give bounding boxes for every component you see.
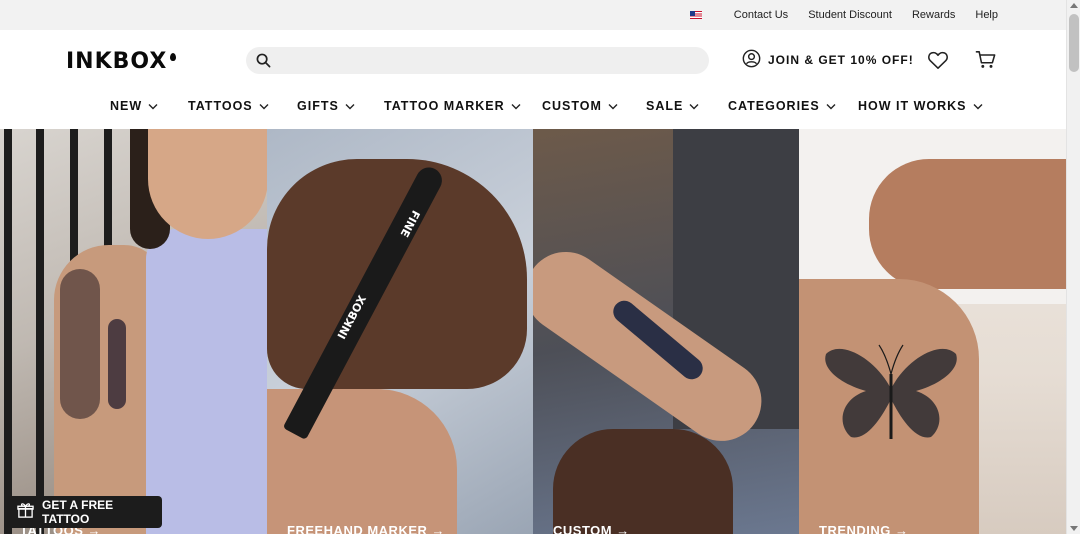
nav-label: TATTOOS bbox=[188, 99, 253, 113]
hand-image bbox=[553, 429, 733, 534]
nav-label: CUSTOM bbox=[542, 99, 602, 113]
hero-panel-trending[interactable]: TRENDING → bbox=[799, 129, 1066, 534]
chevron-down-icon bbox=[511, 103, 521, 109]
railing-decoration bbox=[4, 129, 12, 534]
contact-us-link[interactable]: Contact Us bbox=[734, 9, 788, 21]
free-tattoo-promo-button[interactable]: GET A FREE TATTOO bbox=[7, 496, 162, 528]
nav-item-gifts[interactable]: GIFTS bbox=[297, 94, 355, 118]
tattoo-graphic bbox=[108, 319, 126, 409]
nav-item-sale[interactable]: SALE bbox=[646, 94, 699, 118]
railing-decoration bbox=[36, 129, 44, 534]
nav-item-how-it-works[interactable]: HOW IT WORKS bbox=[858, 94, 983, 118]
hero-panel-tattoos[interactable]: TATTOOS → bbox=[0, 129, 267, 534]
logo-ink-drop-icon bbox=[170, 52, 177, 61]
gift-icon bbox=[17, 502, 34, 522]
panel-caption: CUSTOM → bbox=[553, 523, 630, 534]
search-input[interactable] bbox=[246, 47, 709, 74]
chevron-down-icon bbox=[148, 103, 158, 109]
rewards-link[interactable]: Rewards bbox=[912, 9, 955, 21]
logo-wordmark: INKBOX bbox=[66, 49, 168, 74]
inkbox-logo[interactable]: INKBOX bbox=[66, 49, 177, 74]
nav-label: NEW bbox=[110, 99, 143, 113]
scrollbar-thumb[interactable] bbox=[1069, 14, 1079, 72]
help-link[interactable]: Help bbox=[975, 9, 998, 21]
nav-item-categories[interactable]: CATEGORIES bbox=[728, 94, 836, 118]
student-discount-link[interactable]: Student Discount bbox=[808, 9, 892, 21]
hero-banner: TATTOOS → FINE INKBOX FREEHAND MARKER → … bbox=[0, 129, 1066, 534]
account-icon bbox=[742, 49, 761, 71]
nav-item-new[interactable]: NEW bbox=[110, 94, 158, 118]
join-label: JOIN & GET 10% OFF! bbox=[768, 53, 914, 67]
nav-label: GIFTS bbox=[297, 99, 339, 113]
utility-bar: Contact Us Student Discount Rewards Help bbox=[0, 0, 1066, 30]
us-flag-icon[interactable] bbox=[689, 11, 702, 19]
panel-caption: TRENDING → bbox=[819, 523, 909, 534]
hand-image bbox=[869, 159, 1066, 289]
promo-label: GET A FREE TATTOO bbox=[42, 498, 114, 526]
chevron-down-icon bbox=[608, 103, 618, 109]
panel-caption: FREEHAND MARKER → bbox=[287, 523, 445, 534]
page-scrollbar[interactable] bbox=[1066, 0, 1080, 534]
hero-panel-freehand-marker[interactable]: FINE INKBOX FREEHAND MARKER → bbox=[267, 129, 533, 534]
nav-item-tattoo-marker[interactable]: TATTOO MARKER bbox=[384, 94, 521, 118]
butterfly-tattoo-graphic bbox=[825, 344, 957, 439]
chevron-down-icon bbox=[345, 103, 355, 109]
chevron-down-icon bbox=[259, 103, 269, 109]
cart-icon[interactable] bbox=[975, 50, 997, 75]
chevron-down-icon bbox=[973, 103, 983, 109]
chevron-down-icon bbox=[689, 103, 699, 109]
smiling-model-image bbox=[148, 129, 267, 239]
chevron-down-icon bbox=[826, 103, 836, 109]
hero-panel-custom[interactable]: CUSTOM → bbox=[533, 129, 799, 534]
nav-item-custom[interactable]: CUSTOM bbox=[542, 94, 618, 118]
scroll-up-arrow-icon[interactable] bbox=[1070, 3, 1078, 8]
nav-label: SALE bbox=[646, 99, 684, 113]
main-navigation: NEW TATTOOS GIFTS TATTOO MARKER CUSTOM S… bbox=[0, 94, 1066, 118]
tattoo-graphic bbox=[60, 269, 100, 419]
utility-links: Contact Us Student Discount Rewards Help bbox=[689, 0, 998, 30]
search-icon[interactable] bbox=[256, 53, 271, 73]
wishlist-heart-icon[interactable] bbox=[927, 50, 949, 75]
hand-image bbox=[267, 159, 527, 389]
nav-label: TATTOO MARKER bbox=[384, 99, 505, 113]
nav-item-tattoos[interactable]: TATTOOS bbox=[188, 94, 269, 118]
nav-label: CATEGORIES bbox=[728, 99, 820, 113]
scroll-down-arrow-icon[interactable] bbox=[1070, 526, 1078, 531]
tank-top-image bbox=[146, 229, 267, 534]
nav-label: HOW IT WORKS bbox=[858, 99, 967, 113]
join-account-button[interactable]: JOIN & GET 10% OFF! bbox=[742, 49, 914, 71]
